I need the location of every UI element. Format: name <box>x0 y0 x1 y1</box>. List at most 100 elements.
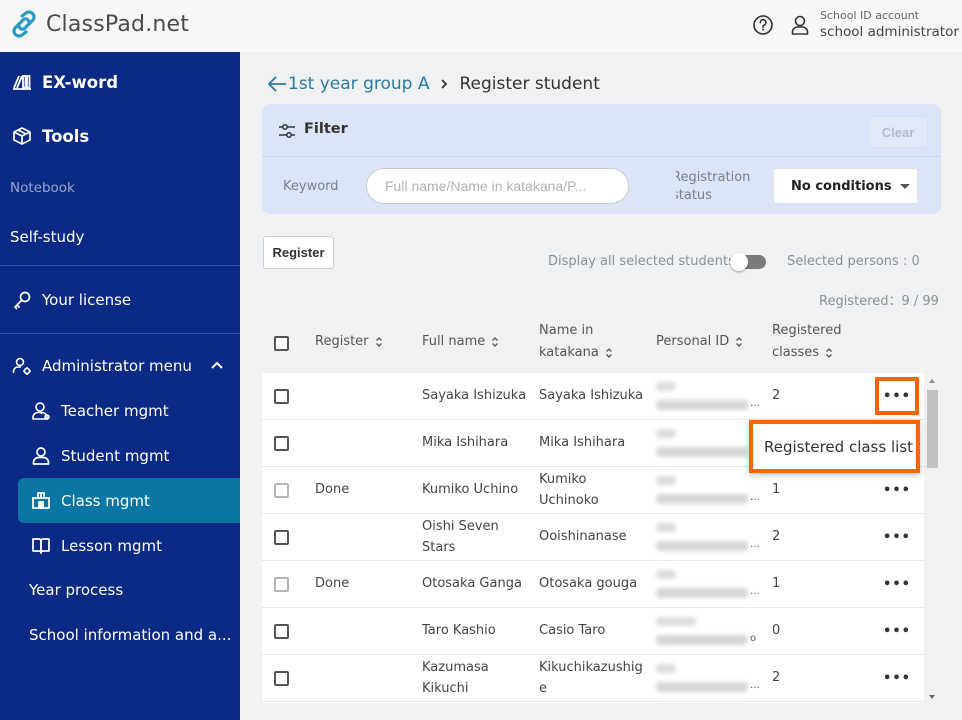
personal-id-blurred: o <box>654 611 756 651</box>
scroll-thumb[interactable] <box>927 390 938 468</box>
breadcrumb-parent-link[interactable]: 1st year group A <box>266 74 429 94</box>
row-checkbox[interactable] <box>274 671 289 686</box>
row-checkbox[interactable] <box>274 389 289 404</box>
sidebar-item-class-mgmt[interactable]: Class mgmt <box>31 491 150 511</box>
column-header-katakana[interactable]: Name in katakana <box>539 320 613 364</box>
brand-name: ClassPad.net <box>46 11 190 37</box>
sidebar-item-lesson-mgmt[interactable]: Lesson mgmt <box>31 536 162 556</box>
keyword-input[interactable] <box>366 168 629 204</box>
sidebar-item-label: EX-word <box>42 72 119 92</box>
register-status: Done <box>315 482 350 497</box>
more-actions-button[interactable]: ••• <box>880 525 914 549</box>
tools-box-icon <box>13 127 31 145</box>
sidebar: EX-word Tools Notebook Self-study Your l… <box>0 52 240 720</box>
katakana-name: Kikuchikazushige <box>539 660 643 696</box>
registered-classes: 2 <box>772 529 781 544</box>
select-all-checkbox[interactable] <box>274 336 289 351</box>
full-name: Sayaka Ishizuka <box>422 388 527 403</box>
registered-count: Registered：9 / 99 <box>819 294 939 309</box>
column-header-full-name[interactable]: Full name <box>422 331 499 353</box>
row-checkbox[interactable] <box>274 530 289 545</box>
sidebar-item-label: Class mgmt <box>61 492 150 510</box>
personal-id-blurred: … <box>654 423 760 463</box>
column-header-personal-id[interactable]: Personal ID <box>656 331 743 353</box>
sidebar-item-tools[interactable]: Tools <box>12 126 89 146</box>
help-circle-icon[interactable] <box>752 14 774 36</box>
more-actions-button[interactable]: ••• <box>880 666 914 690</box>
column-header-registered-classes[interactable]: Registered classes <box>772 320 842 364</box>
sidebar-item-school-information[interactable]: School information and a... <box>29 626 231 644</box>
register-status: Done <box>315 576 350 591</box>
sidebar-item-student-mgmt[interactable]: Student mgmt <box>31 446 169 466</box>
chevron-right-icon <box>441 79 448 89</box>
full-name: Kazumasa Kikuchi <box>422 660 489 696</box>
filter-panel: Filter Clear Keyword Registration status… <box>262 104 941 214</box>
keyword-label: Keyword <box>283 179 339 194</box>
teacher-icon <box>32 402 50 420</box>
caret-down-icon <box>899 183 910 189</box>
sidebar-divider <box>0 265 240 266</box>
full-name: Mika Ishihara <box>422 435 509 450</box>
more-actions-button[interactable]: ••• <box>880 572 914 596</box>
filter-title: Filter <box>304 121 348 137</box>
registration-status-label-line2: status <box>676 188 712 203</box>
registration-status-label: Registration status <box>676 169 756 205</box>
katakana-name: Otosaka gouga <box>539 576 638 591</box>
sidebar-item-label: Notebook <box>10 180 75 196</box>
more-actions-button[interactable]: ••• <box>880 619 914 643</box>
user-icon[interactable] <box>790 14 810 36</box>
admin-user-gear-icon <box>12 357 31 375</box>
table-scrollbar[interactable] <box>924 373 941 703</box>
chevron-up-icon[interactable] <box>210 358 224 372</box>
brand-logo[interactable]: ClassPad.net <box>10 10 189 38</box>
sidebar-item-administrator-menu[interactable]: Administrator menu <box>12 356 192 376</box>
sidebar-item-year-process[interactable]: Year process <box>29 581 123 599</box>
registration-status-label-line1: Registration <box>676 170 751 185</box>
personal-id-blurred: … <box>654 376 760 416</box>
filter-header[interactable]: Filter Clear <box>262 104 941 157</box>
sidebar-item-notebook[interactable]: Notebook <box>10 180 75 196</box>
context-menu: Registered class list <box>749 420 920 473</box>
ex-word-icon <box>13 75 31 90</box>
row-checkbox[interactable] <box>274 436 289 451</box>
more-actions-button-highlighted[interactable]: ••• <box>875 377 919 415</box>
full-name: Kumiko Uchino <box>422 482 519 497</box>
registration-status-select[interactable]: No conditions <box>773 168 918 204</box>
column-header-label: Register <box>315 334 369 349</box>
breadcrumb: 1st year group A Register student <box>266 74 600 94</box>
sort-icon <box>375 337 382 347</box>
katakana-name: Sayaka Ishizuka <box>539 388 644 403</box>
table-row: Kazumasa Kikuchi Kikuchikazushige … 2 ••… <box>262 655 924 702</box>
sort-icon <box>826 348 833 358</box>
sidebar-item-label: Student mgmt <box>61 447 170 465</box>
class-icon <box>32 492 50 509</box>
key-icon <box>14 291 31 310</box>
scroll-up-arrow-icon[interactable] <box>929 379 935 383</box>
page-title: Register student <box>459 74 600 94</box>
scroll-down-arrow-icon[interactable] <box>929 695 935 699</box>
column-header-label: Registered <box>772 323 842 338</box>
sidebar-item-ex-word[interactable]: EX-word <box>12 72 118 92</box>
personal-id-blurred: … <box>654 470 760 510</box>
personal-id-blurred: … <box>654 658 760 698</box>
top-bar: ClassPad.net School ID account school ad… <box>0 0 962 52</box>
sidebar-item-label: Lesson mgmt <box>61 537 163 555</box>
sidebar-item-your-license[interactable]: Your license <box>12 290 131 310</box>
sidebar-item-teacher-mgmt[interactable]: Teacher mgmt <box>31 401 169 421</box>
sidebar-item-label: Year process <box>29 581 124 599</box>
full-name: Otosaka Ganga <box>422 576 522 591</box>
column-header-register[interactable]: Register <box>315 331 383 353</box>
registered-classes: 2 <box>772 670 781 685</box>
register-button[interactable]: Register <box>263 236 334 269</box>
menu-item-registered-class-list[interactable]: Registered class list <box>764 438 913 456</box>
display-all-selected-toggle[interactable] <box>730 253 766 271</box>
clear-button[interactable]: Clear <box>868 116 928 148</box>
more-actions-button[interactable]: ••• <box>880 478 914 502</box>
book-icon <box>32 538 50 554</box>
account-info[interactable]: School ID account school administrator <box>820 8 959 42</box>
table-row: Oishi Seven Stars Ooishinanase … 2 ••• <box>262 514 924 561</box>
table-row: Taro Kashio Casio Taro o 0 ••• <box>262 608 924 655</box>
row-checkbox[interactable] <box>274 624 289 639</box>
sort-icon <box>605 348 612 358</box>
sidebar-item-self-study[interactable]: Self-study <box>10 228 84 246</box>
